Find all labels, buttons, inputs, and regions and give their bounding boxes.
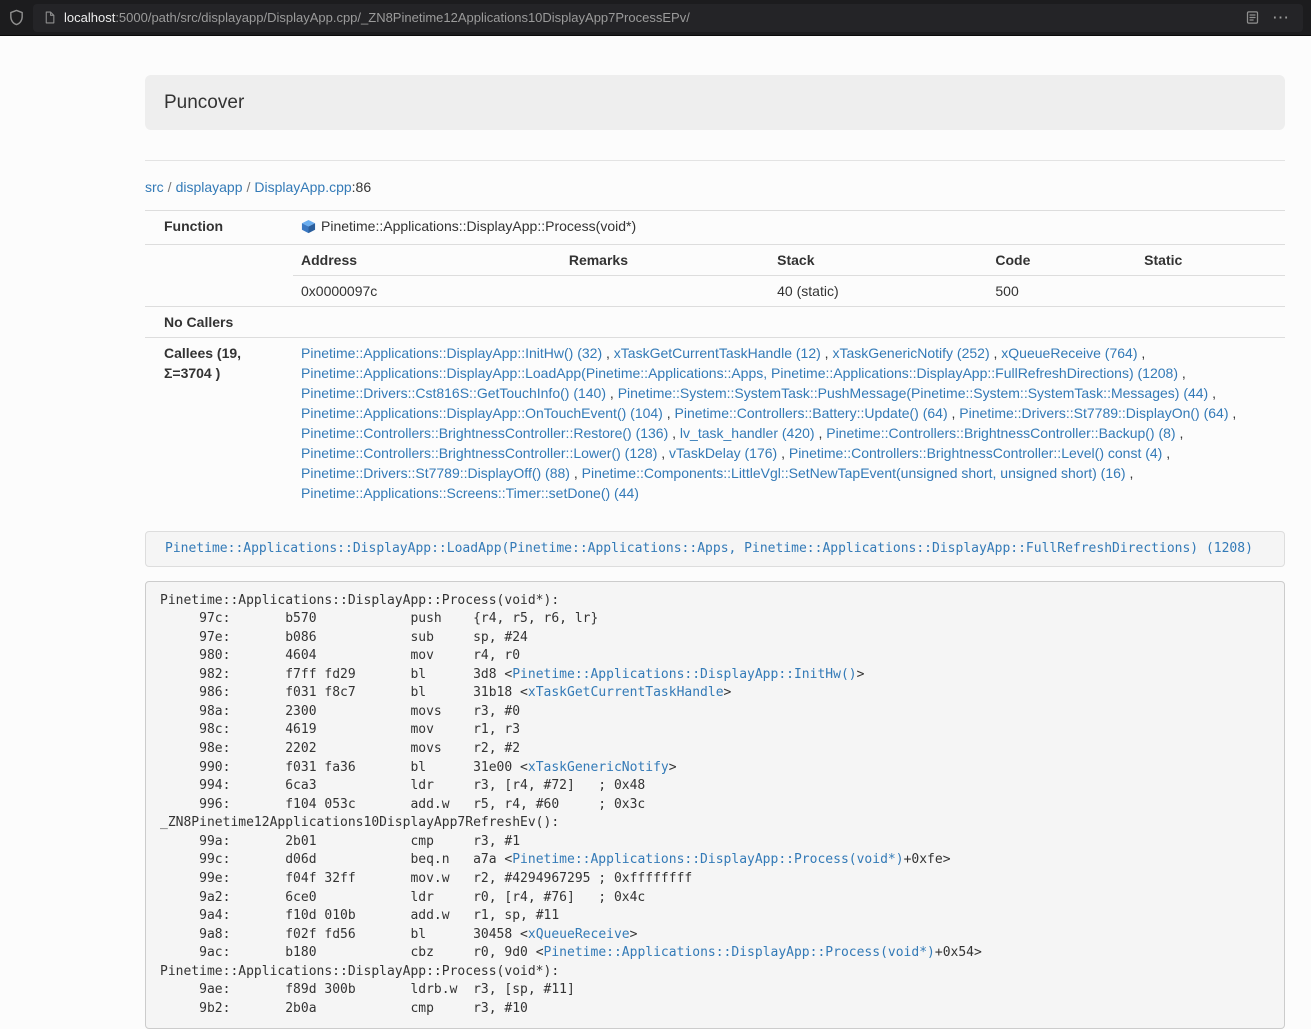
callee-link[interactable]: Pinetime::Drivers::St7789::DisplayOn() (…	[959, 405, 1228, 421]
code-symbol-link[interactable]: Pinetime::Applications::DisplayApp::Init…	[512, 667, 856, 682]
col-header-code: Code	[987, 245, 1136, 276]
url-path: :5000/path/src/displayapp/DisplayApp.cpp…	[115, 10, 690, 25]
metrics-value-row: 0x0000097c 40 (static) 500	[293, 276, 1285, 307]
main-content: Puncover src/displayapp/DisplayApp.cpp:8…	[145, 75, 1285, 1029]
callee-link[interactable]: Pinetime::Applications::Screens::Timer::…	[301, 485, 639, 501]
reader-view-icon[interactable]	[1245, 10, 1260, 25]
remarks-value	[561, 276, 769, 307]
callee-link[interactable]: Pinetime::Applications::DisplayApp::OnTo…	[301, 405, 663, 421]
metrics-table: Address Remarks Stack Code Static 0x0000…	[293, 245, 1285, 306]
callee-link[interactable]: Pinetime::Controllers::BrightnessControl…	[301, 425, 668, 441]
static-value	[1136, 276, 1285, 307]
url-text: localhost:5000/path/src/displayapp/Displ…	[64, 10, 690, 25]
callee-link[interactable]: Pinetime::Controllers::Battery::Update()…	[675, 405, 948, 421]
callee-link[interactable]: Pinetime::System::SystemTask::PushMessag…	[618, 385, 1209, 401]
callees-cell: Pinetime::Applications::DisplayApp::Init…	[293, 338, 1285, 509]
code-symbol-link[interactable]: xQueueReceive	[528, 927, 630, 942]
breadcrumb-separator: /	[164, 179, 176, 195]
stack-value: 40 (static)	[769, 276, 987, 307]
function-name-cell: Pinetime::Applications::DisplayApp::Proc…	[293, 211, 1285, 245]
callee-link[interactable]: Pinetime::Drivers::Cst816S::GetTouchInfo…	[301, 385, 606, 401]
callee-link[interactable]: Pinetime::Controllers::BrightnessControl…	[301, 445, 657, 461]
callee-link[interactable]: xQueueReceive (764)	[1001, 345, 1137, 361]
breadcrumb-separator: /	[243, 179, 255, 195]
callee-link[interactable]: Pinetime::Controllers::BrightnessControl…	[826, 425, 1175, 441]
metrics-row: Address Remarks Stack Code Static 0x0000…	[145, 245, 1285, 307]
code-symbol-link[interactable]: xTaskGenericNotify	[528, 760, 669, 775]
no-callers-row: No Callers	[145, 307, 1285, 338]
callee-link[interactable]: vTaskDelay (176)	[669, 445, 777, 461]
breadcrumb: src/displayapp/DisplayApp.cpp:86	[145, 177, 1285, 197]
callee-link[interactable]: Pinetime::Components::LittleVgl::SetNewT…	[582, 465, 1126, 481]
symbol-heading: Pinetime::Applications::DisplayApp::Load…	[145, 531, 1285, 567]
callees-label: Callees (19, Σ=3704 )	[145, 338, 293, 509]
disassembly-code: Pinetime::Applications::DisplayApp::Proc…	[145, 581, 1285, 1029]
callees-row: Callees (19, Σ=3704 ) Pinetime::Applicat…	[145, 338, 1285, 509]
function-type-icon	[301, 219, 316, 239]
metrics-cell: Address Remarks Stack Code Static 0x0000…	[293, 245, 1285, 307]
code-symbol-link[interactable]: Pinetime::Applications::DisplayApp::Proc…	[512, 852, 903, 867]
callee-link[interactable]: xTaskGenericNotify (252)	[832, 345, 989, 361]
metrics-row-spacer	[145, 245, 293, 307]
code-value: 500	[987, 276, 1136, 307]
callee-link[interactable]: Pinetime::Drivers::St7789::DisplayOff() …	[301, 465, 570, 481]
breadcrumb-displayapp[interactable]: displayapp	[176, 179, 243, 195]
callee-link[interactable]: xTaskGetCurrentTaskHandle (12)	[614, 345, 821, 361]
col-header-static: Static	[1136, 245, 1285, 276]
divider	[145, 160, 1285, 161]
address-value: 0x0000097c	[293, 276, 561, 307]
col-header-stack: Stack	[769, 245, 987, 276]
no-callers-label: No Callers	[145, 307, 293, 338]
code-symbol-link[interactable]: Pinetime::Applications::DisplayApp::Proc…	[544, 945, 935, 960]
shield-icon[interactable]	[8, 8, 25, 27]
function-row: Function Pinetime::Applications::Display…	[145, 211, 1285, 245]
code-symbol-link[interactable]: xTaskGetCurrentTaskHandle	[528, 685, 724, 700]
callee-link[interactable]: Pinetime::Applications::DisplayApp::Load…	[301, 365, 1178, 381]
no-callers-cell	[293, 307, 1285, 338]
function-table: Function Pinetime::Applications::Display…	[145, 210, 1285, 508]
col-header-remarks: Remarks	[561, 245, 769, 276]
symbol-heading-link[interactable]: Pinetime::Applications::DisplayApp::Load…	[165, 541, 1253, 556]
callee-link[interactable]: lv_task_handler (420)	[680, 425, 815, 441]
function-symbol-name: Pinetime::Applications::DisplayApp::Proc…	[321, 218, 636, 234]
breadcrumb-line-number: :86	[352, 179, 371, 195]
metrics-header-row: Address Remarks Stack Code Static	[293, 245, 1285, 276]
col-header-address: Address	[293, 245, 561, 276]
breadcrumb-src[interactable]: src	[145, 179, 164, 195]
page-icon	[43, 10, 56, 25]
url-host: localhost	[64, 10, 115, 25]
jumbotron: Puncover	[145, 75, 1285, 130]
callee-link[interactable]: Pinetime::Applications::DisplayApp::Init…	[301, 345, 602, 361]
page-actions-menu-icon[interactable]: ⋯	[1268, 9, 1293, 26]
breadcrumb-file[interactable]: DisplayApp.cpp	[254, 179, 351, 195]
url-bar[interactable]: localhost:5000/path/src/displayapp/Displ…	[33, 4, 1303, 32]
page-title: Puncover	[164, 92, 1266, 113]
function-row-label: Function	[145, 211, 293, 245]
callee-link[interactable]: Pinetime::Controllers::BrightnessControl…	[789, 445, 1162, 461]
browser-chrome: localhost:5000/path/src/displayapp/Displ…	[0, 0, 1311, 36]
